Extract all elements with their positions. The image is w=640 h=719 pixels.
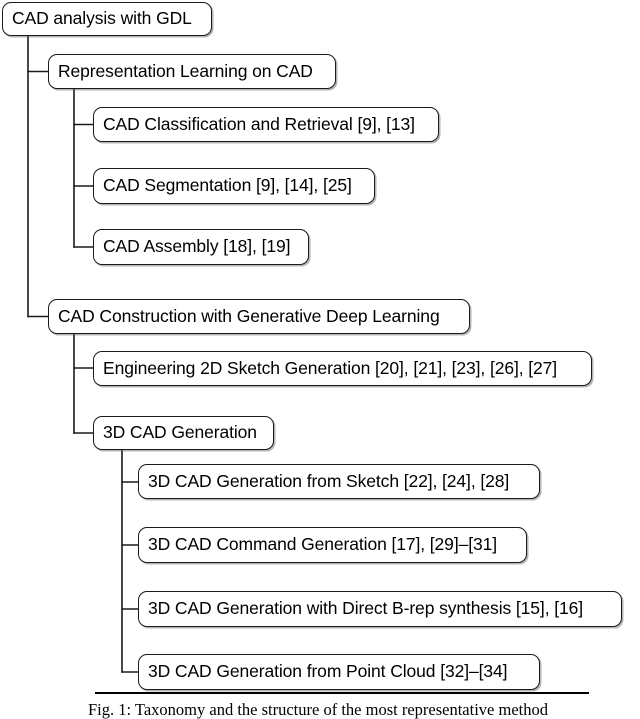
node-cad-assembly[interactable]: CAD Assembly [18], [19] [93, 229, 309, 265]
node-label: CAD analysis with GDL [12, 8, 192, 29]
node-label: 3D CAD Generation from Sketch [22], [24]… [148, 470, 510, 491]
figure-caption: Fig. 1: Taxonomy and the structure of th… [88, 700, 548, 719]
node-label: 3D CAD Command Generation [17], [29]–[31… [148, 534, 498, 555]
node-label: 3D CAD Generation [103, 422, 257, 443]
node-label: Engineering 2D Sketch Generation [20], [… [103, 357, 558, 378]
node-label: CAD Segmentation [9], [14], [25] [103, 175, 352, 196]
node-label: CAD Assembly [18], [19] [103, 236, 291, 257]
node-3d-cad-generation-with-direct-brep-synthesis[interactable]: 3D CAD Generation with Direct B-rep synt… [138, 591, 622, 627]
node-cad-construction-with-generative-deep-learning[interactable]: CAD Construction with Generative Deep Le… [48, 299, 470, 334]
node-engineering-2d-sketch-generation[interactable]: Engineering 2D Sketch Generation [20], [… [93, 351, 592, 386]
caption-divider-rule [95, 692, 589, 694]
node-cad-classification-and-retrieval[interactable]: CAD Classification and Retrieval [9], [1… [93, 107, 439, 142]
node-cad-analysis-with-gdl[interactable]: CAD analysis with GDL [2, 2, 212, 36]
node-3d-cad-generation-from-sketch[interactable]: 3D CAD Generation from Sketch [22], [24]… [138, 464, 540, 499]
node-3d-cad-generation[interactable]: 3D CAD Generation [93, 416, 274, 450]
node-label: CAD Construction with Generative Deep Le… [58, 305, 440, 326]
node-cad-segmentation[interactable]: CAD Segmentation [9], [14], [25] [93, 168, 375, 204]
taxonomy-figure: CAD analysis with GDL Representation Lea… [0, 0, 640, 719]
node-label: 3D CAD Generation from Point Cloud [32]–… [148, 661, 508, 682]
node-representation-learning-on-cad[interactable]: Representation Learning on CAD [48, 54, 336, 89]
node-3d-cad-command-generation[interactable]: 3D CAD Command Generation [17], [29]–[31… [138, 527, 527, 563]
node-label: Representation Learning on CAD [58, 60, 313, 81]
node-3d-cad-generation-from-point-cloud[interactable]: 3D CAD Generation from Point Cloud [32]–… [138, 654, 540, 690]
node-label: 3D CAD Generation with Direct B-rep synt… [148, 598, 584, 619]
node-label: CAD Classification and Retrieval [9], [1… [103, 113, 415, 134]
